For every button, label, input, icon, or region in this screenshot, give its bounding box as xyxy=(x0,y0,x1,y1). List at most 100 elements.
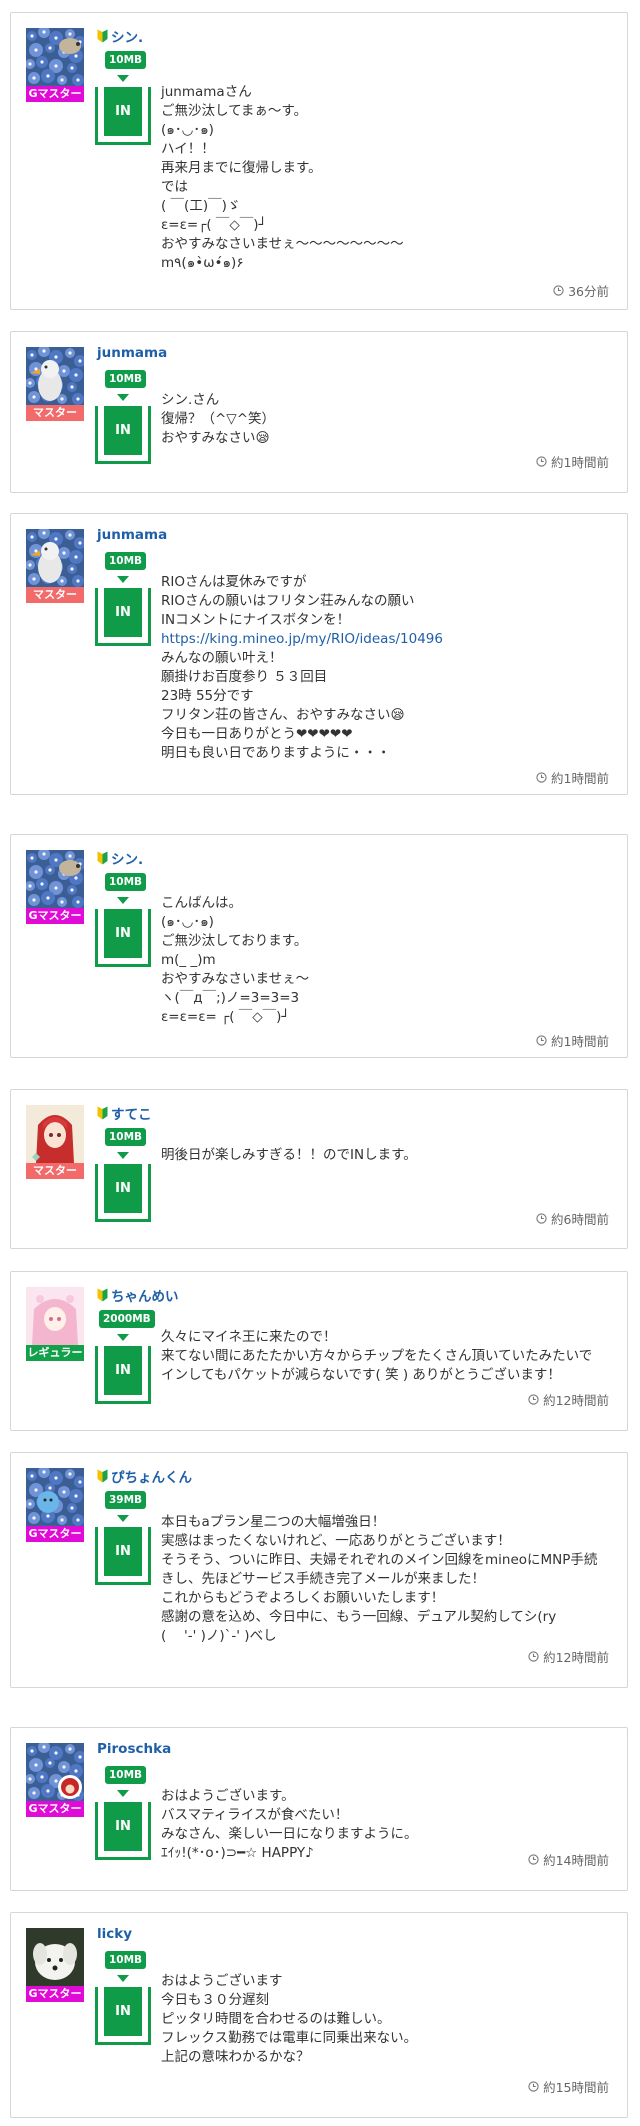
avatar-image xyxy=(26,1928,84,1986)
capacity-badge: 10MB xyxy=(105,1951,147,1969)
post-card: Gマスター Piroschka 10MB IN おはようございます。 バスマティ… xyxy=(10,1727,628,1891)
post-card: レギュラー ちゃんめい 2000MB IN 久々にマイネ王に来たので！ 来てない… xyxy=(10,1271,628,1431)
beginner-mark-icon xyxy=(97,851,108,865)
user-name[interactable]: シン. xyxy=(111,848,143,868)
capacity-badge: 10MB xyxy=(105,1766,147,1784)
down-arrow-icon xyxy=(117,1790,129,1797)
user-name-link[interactable]: シン. xyxy=(97,26,143,46)
timestamp-text: 約12時間前 xyxy=(543,1650,609,1665)
user-name-link[interactable]: junmama xyxy=(97,527,167,543)
timestamp-text: 約1時間前 xyxy=(551,1034,609,1049)
user-avatar[interactable] xyxy=(26,1105,84,1163)
user-name[interactable]: ちゃんめい xyxy=(111,1285,179,1305)
clock-icon xyxy=(528,2081,539,2092)
post-timestamp: 約1時間前 xyxy=(536,452,609,471)
user-avatar[interactable] xyxy=(26,1928,84,1986)
in-button[interactable]: IN xyxy=(95,1987,151,2045)
idea-link[interactable]: https://king.mineo.jp/my/RIO/ideas/10496 xyxy=(161,631,443,647)
user-avatar[interactable] xyxy=(26,1743,84,1801)
user-name[interactable]: すてこ xyxy=(111,1103,152,1123)
in-button[interactable]: IN xyxy=(95,1802,151,1860)
in-button-label: IN xyxy=(104,1164,142,1213)
post-message: シン.さん 復帰？（^▽^笑） おやすみなさい😪 xyxy=(161,392,276,446)
post-timestamp: 約15時間前 xyxy=(528,2077,609,2096)
down-arrow-icon xyxy=(117,75,129,82)
post-card: Gマスター ぴちょんくん 39MB IN 本日もaプラン星二つの大幅増強日！ 実… xyxy=(10,1452,628,1688)
message-text: RIOさんは夏休みですが RIOさんの願いはフリタン荘みんなの願い INコメント… xyxy=(161,574,415,628)
post-message: 明後日が楽しみすぎる！！のでINします。 xyxy=(161,1147,417,1163)
down-arrow-icon xyxy=(117,1515,129,1522)
beginner-mark-icon xyxy=(97,1288,108,1302)
timestamp-text: 約14時間前 xyxy=(543,1853,609,1868)
message-text: みんなの願い叶え！ 願掛けお百度参り ５３回目 23時 55分です フリタン荘の… xyxy=(161,650,405,761)
post-timestamp: 約1時間前 xyxy=(536,768,609,787)
beginner-mark-icon xyxy=(97,29,108,43)
post-message: おはようございます 今日も３０分遅刻 ピッタリ時間を合わせるのは難しい。 フレッ… xyxy=(161,1973,418,2065)
in-button[interactable]: IN xyxy=(95,909,151,967)
user-name-link[interactable]: junmama xyxy=(97,345,167,361)
post-card: Gマスター シン. 10MB IN こんばんは。 (๑･◡･๑) ご無沙汰してお… xyxy=(10,834,628,1058)
user-name[interactable]: junmama xyxy=(97,345,167,361)
user-avatar[interactable] xyxy=(26,1287,84,1345)
capacity-badge: 10MB xyxy=(105,370,147,388)
post-card: Gマスター シン. 10MB IN junmamaさん ご無沙汰してまぁ～す。 … xyxy=(10,12,628,310)
timestamp-text: 約15時間前 xyxy=(543,2080,609,2095)
user-name[interactable]: licky xyxy=(97,1926,132,1942)
user-name-link[interactable]: ちゃんめい xyxy=(97,1285,179,1305)
timestamp-text: 36分前 xyxy=(568,284,609,299)
in-button-label: IN xyxy=(104,1527,142,1576)
avatar-image xyxy=(26,1105,84,1163)
in-button-label: IN xyxy=(104,1346,142,1395)
in-button[interactable]: IN xyxy=(95,87,151,145)
user-avatar[interactable] xyxy=(26,529,84,587)
beginner-mark-icon xyxy=(97,1106,108,1120)
user-name[interactable]: junmama xyxy=(97,527,167,543)
user-name-link[interactable]: シン. xyxy=(97,848,143,868)
user-avatar[interactable] xyxy=(26,28,84,86)
user-name[interactable]: ぴちょんくん xyxy=(111,1466,192,1486)
user-name-link[interactable]: すてこ xyxy=(97,1103,152,1123)
post-timestamp: 約6時間前 xyxy=(536,1209,609,1228)
rank-badge: マスター xyxy=(26,1163,84,1179)
post-timestamp: 約12時間前 xyxy=(528,1390,609,1409)
in-button[interactable]: IN xyxy=(95,1527,151,1585)
in-button[interactable]: IN xyxy=(95,1164,151,1222)
capacity-badge: 10MB xyxy=(105,873,147,891)
user-avatar[interactable] xyxy=(26,347,84,405)
timestamp-text: 約6時間前 xyxy=(551,1212,609,1227)
down-arrow-icon xyxy=(117,394,129,401)
down-arrow-icon xyxy=(117,897,129,904)
rank-badge: Gマスター xyxy=(26,908,84,924)
user-name-link[interactable]: licky xyxy=(97,1926,132,1942)
avatar-image xyxy=(26,347,84,405)
rank-badge: レギュラー xyxy=(26,1345,84,1361)
down-arrow-icon xyxy=(117,1975,129,1982)
avatar-image xyxy=(26,1287,84,1345)
rank-badge: Gマスター xyxy=(26,1526,84,1542)
post-message: 本日もaプラン星二つの大幅増強日！ 実感はまったくないけれど、一応ありがとうござ… xyxy=(161,1514,598,1644)
in-button-label: IN xyxy=(104,406,142,455)
clock-icon xyxy=(528,1394,539,1405)
timestamp-text: 約1時間前 xyxy=(551,771,609,786)
post-card: Gマスター licky 10MB IN おはようございます 今日も３０分遅刻 ピ… xyxy=(10,1912,628,2118)
post-message: junmamaさん ご無沙汰してまぁ～す。 (๑･◡･๑) ハイ！！ 再来月まで… xyxy=(161,84,404,271)
user-avatar[interactable] xyxy=(26,850,84,908)
in-button[interactable]: IN xyxy=(95,406,151,464)
clock-icon xyxy=(536,772,547,783)
in-button-label: IN xyxy=(104,87,142,136)
in-button[interactable]: IN xyxy=(95,588,151,646)
user-avatar[interactable] xyxy=(26,1468,84,1526)
user-name[interactable]: シン. xyxy=(111,26,143,46)
clock-icon xyxy=(536,456,547,467)
post-message: 久々にマイネ王に来たので！ 来てない間にあたたかい方々からチップをたくさん頂いて… xyxy=(161,1329,593,1383)
avatar-image xyxy=(26,850,84,908)
in-button[interactable]: IN xyxy=(95,1346,151,1404)
user-name-link[interactable]: Piroschka xyxy=(97,1741,171,1757)
post-timestamp: 36分前 xyxy=(553,281,609,300)
user-name[interactable]: Piroschka xyxy=(97,1741,171,1757)
user-name-link[interactable]: ぴちょんくん xyxy=(97,1466,192,1486)
in-button-label: IN xyxy=(104,1802,142,1851)
capacity-badge: 10MB xyxy=(105,1128,147,1146)
post-card: マスター junmama 10MB IN シン.さん 復帰？（^▽^笑） おやす… xyxy=(10,331,628,493)
in-button-label: IN xyxy=(104,588,142,637)
